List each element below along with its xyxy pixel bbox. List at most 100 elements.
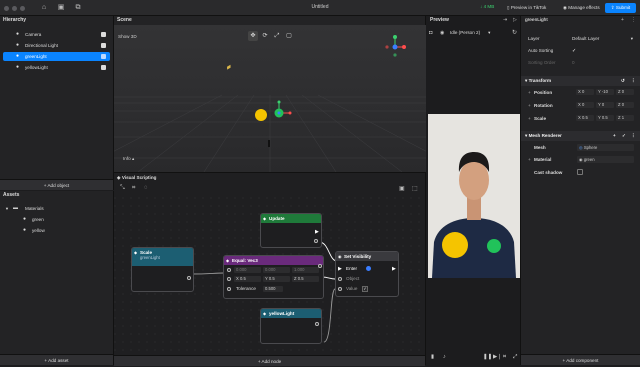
chat-icon[interactable]: ◌ [144,185,148,191]
expand-icon[interactable]: + [528,103,531,108]
chevron-down-icon[interactable]: ▼ [5,204,9,213]
add-asset-button[interactable]: + Add asset [0,354,113,365]
equal-a-z-field[interactable]: 1.000 [292,267,319,273]
audio-icon[interactable]: ♪ [443,354,446,360]
phone-icon[interactable]: ▮ [431,354,434,360]
enabled-check-icon[interactable]: ✓ [622,131,626,141]
yellowlight-node[interactable]: yellowLight ◆ [260,308,322,344]
hierarchy-item-directional-light[interactable]: ● Directional Light [0,41,113,50]
fit-view-icon[interactable]: ⤡ [120,185,125,192]
object-in-port[interactable] [338,277,342,281]
tolerance-field[interactable]: 0.500 [263,286,283,292]
value-in-port[interactable] [338,287,342,291]
minimap-icon[interactable]: ▣ [399,185,405,192]
minimize-window-button[interactable] [12,5,17,11]
auto-sorting-checkbox[interactable]: ✓ [572,48,576,54]
expand-icon[interactable]: + [528,157,531,162]
layer-select[interactable]: Default Layer ▾ [572,35,635,42]
info-toggle[interactable]: Info ▴ [123,156,134,162]
transform-section-header[interactable]: ▾ Transform ↺ ⋮ [521,76,640,86]
yellowlight-out-port[interactable] [315,322,319,326]
yellow-light-sphere[interactable] [255,109,267,121]
value-checkbox[interactable]: ✓ [362,286,368,292]
hierarchy-item-camera[interactable]: ● Camera [0,30,113,39]
camera-switch-icon[interactable]: ◘ [429,30,432,36]
scale-tool-icon[interactable]: ⤢ [272,31,282,41]
add-component-button[interactable]: + Add component [521,354,640,365]
material-field[interactable]: ◉ green [577,156,634,163]
rect-tool-icon[interactable]: ▢ [284,31,294,41]
tolerance-in-port[interactable] [227,287,231,291]
fullscreen-icon[interactable]: ⤢ [513,354,517,361]
axis-gizmo[interactable] [382,34,408,60]
expand-icon[interactable]: + [528,116,531,121]
equal-b-z-field[interactable]: Z 0.5 [292,276,319,282]
equal-b-in-port[interactable] [227,277,231,281]
more-icon[interactable]: ⋮ [631,17,636,23]
position-y-field[interactable]: Y -10 [596,89,614,95]
visibility-checkbox[interactable] [101,65,106,70]
greenlight-transform-gizmo[interactable] [270,98,298,126]
equal-a-y-field[interactable]: 0.000 [263,267,290,273]
save-icon[interactable]: ▣ [56,3,66,13]
refresh-icon[interactable]: ↻ [512,29,517,36]
pause-icon[interactable]: ❚❚ [483,354,492,360]
close-window-button[interactable] [4,5,9,11]
reset-icon[interactable]: ↺ [621,76,625,86]
equal-b-x-field[interactable]: X 0.5 [234,276,261,282]
asset-item-green[interactable]: ● green [0,215,113,224]
scale-out-port[interactable] [187,276,191,280]
add-object-button[interactable]: + Add object [0,179,113,190]
crop-icon[interactable]: ⌗ [503,354,506,361]
submit-button[interactable]: ⇪ Submit [605,3,636,13]
exec-out-port[interactable]: ▶ [315,229,319,235]
add-icon[interactable]: + [621,17,624,23]
object-name-field[interactable]: greenLight [525,18,548,23]
manage-effects-button[interactable]: ◉ Manage effects [563,3,600,13]
rotate-tool-icon[interactable]: ⟳ [260,31,270,41]
equal-out-port[interactable] [318,264,322,268]
more-icon[interactable]: ⋮ [631,131,636,141]
play-icon[interactable]: ▷ [513,17,517,23]
equal-a-in-port[interactable] [227,268,231,272]
visibility-checkbox[interactable] [101,54,106,59]
expand-icon[interactable]: ⬚ [412,185,418,192]
mesh-renderer-section-header[interactable]: ▾ Mesh Renderer + ✓ ⋮ [521,131,640,141]
hierarchy-item-yellowlight[interactable]: ● yellowLight [0,63,113,72]
cast-shadow-checkbox[interactable] [577,169,583,175]
add-comment-icon[interactable]: ⌗ [132,185,135,192]
preview-mode-select[interactable]: Idle (Person 2) ▾ [450,30,490,36]
equal-b-y-field[interactable]: Y 0.5 [263,276,290,282]
skip-icon[interactable]: ▶❘ [493,354,502,360]
view-mode-toggle[interactable]: Show 3D [118,34,137,39]
visibility-checkbox[interactable] [101,32,106,37]
visibility-checkbox[interactable] [101,43,106,48]
exec-in-port[interactable]: ▶ [338,266,342,272]
exec-out-port[interactable]: ▶ [392,266,396,272]
update-node[interactable]: Update ◆ ▶ [260,213,322,248]
expand-icon[interactable]: + [528,90,531,95]
position-x-field[interactable]: X 0 [576,89,594,95]
mesh-field[interactable]: ◎ Sphere [577,144,634,151]
scale-z-field[interactable]: Z 1 [616,115,634,121]
rotation-z-field[interactable]: Z 0 [616,102,634,108]
delta-out-port[interactable] [314,239,318,243]
scale-y-field[interactable]: Y 0.5 [596,115,614,121]
position-z-field[interactable]: Z 0 [616,89,634,95]
more-icon[interactable]: ⋮ [631,76,636,86]
sorting-order-field[interactable]: 0 [572,60,575,65]
zoom-window-button[interactable] [20,5,25,11]
equal-a-x-field[interactable]: 0.000 [234,267,261,273]
equal-vec3-node[interactable]: Equal: Vec3 ◆ 0.000 0.000 1.000 X 0.5 Y … [223,255,324,299]
materials-folder[interactable]: ▼ ▬ Materials [0,204,113,213]
add-node-button[interactable]: + Add node [114,355,425,366]
preview-tiktok-button[interactable]: ▯ Preview in TikTok [507,3,546,13]
layout-icon[interactable]: ⧉ [73,3,83,13]
rotation-x-field[interactable]: X 0 [576,102,594,108]
collapse-icon[interactable]: ⇥ [503,17,507,23]
add-icon[interactable]: + [613,131,616,141]
scale-x-field[interactable]: X 0.5 [576,115,594,121]
set-visibility-node[interactable]: Set Visibility ◉ ▶ Enter ▶ Object Value … [335,251,399,297]
scale-node[interactable]: Scale greenLight ◆ [131,247,194,292]
rotation-y-field[interactable]: Y 0 [596,102,614,108]
